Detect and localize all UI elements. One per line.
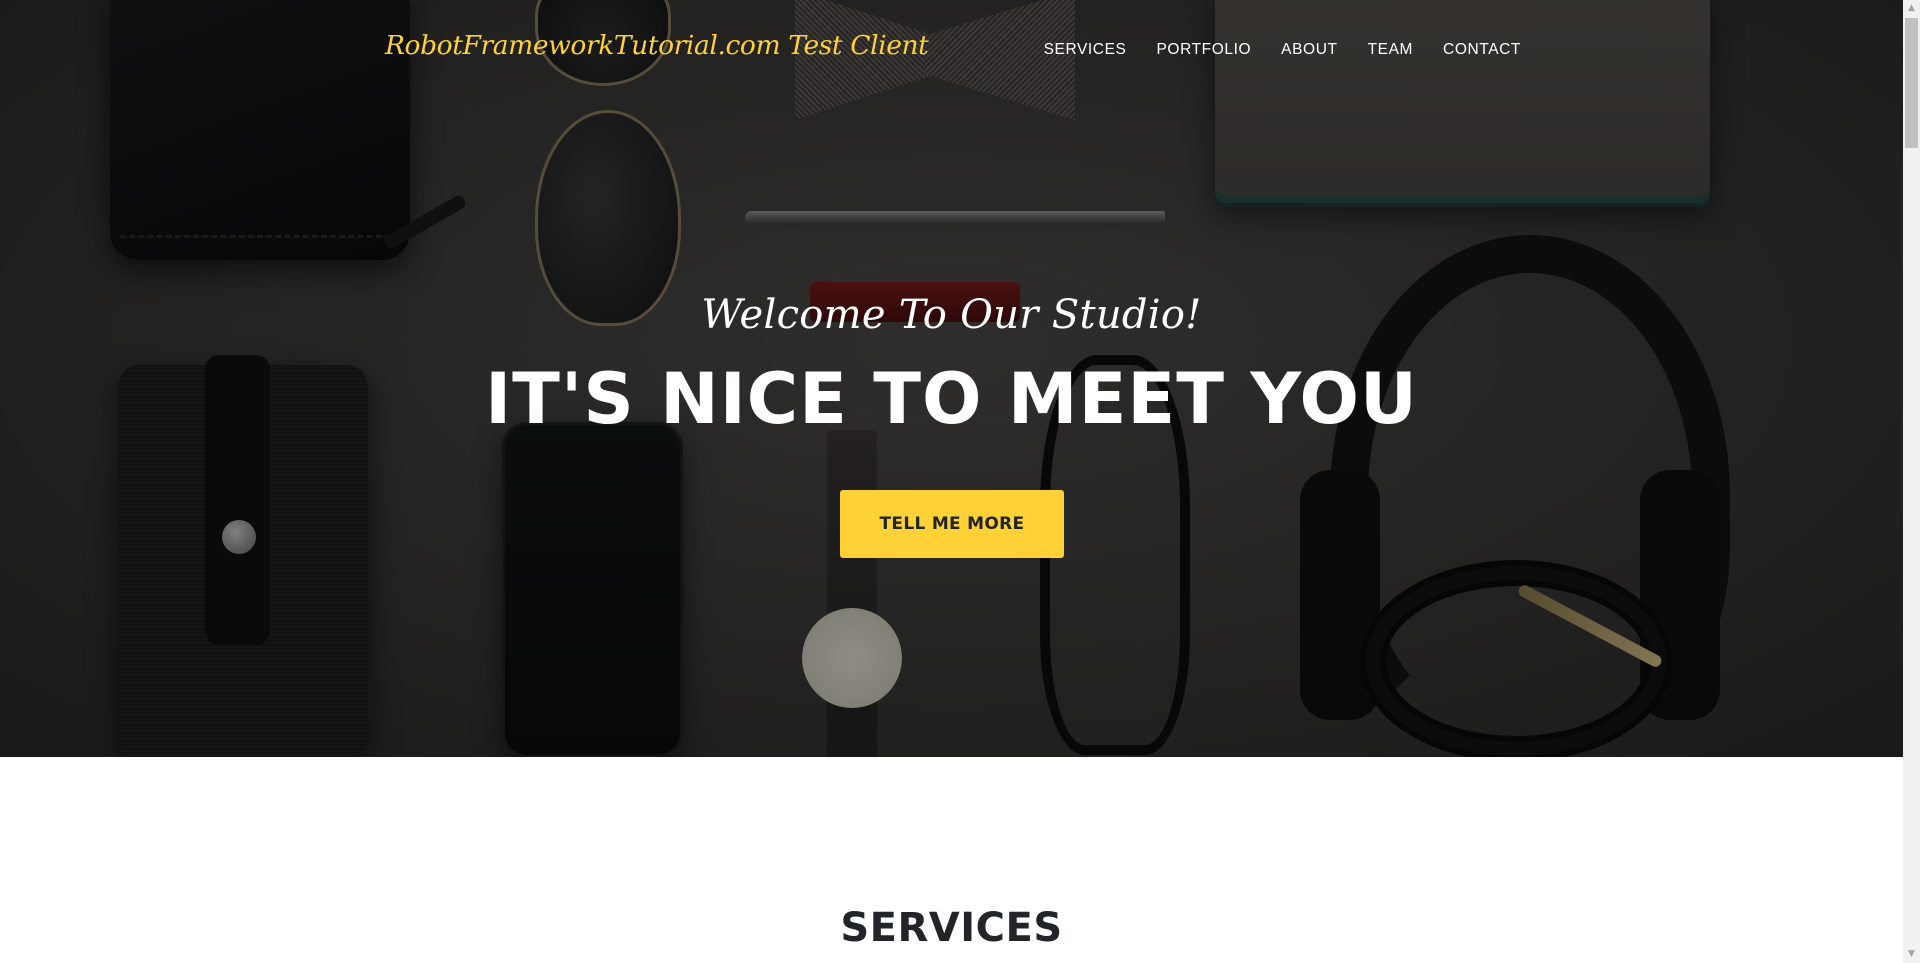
nav-link-about[interactable]: ABOUT xyxy=(1281,41,1337,58)
hero-subheading: Welcome To Our Studio! xyxy=(701,292,1202,338)
scroll-down-arrow-icon[interactable]: ▼ xyxy=(1903,946,1920,963)
nav-item-portfolio: PORTFOLIO xyxy=(1156,39,1251,59)
main-navbar: RobotFrameworkTutorial.com Test Client S… xyxy=(0,0,1903,100)
nav-menu: SERVICES PORTFOLIO ABOUT TEAM CONTACT xyxy=(1044,39,1521,59)
hero-heading: IT'S NICE TO MEET YOU xyxy=(485,358,1418,440)
scrollbar-thumb[interactable] xyxy=(1905,18,1918,148)
nav-item-services: SERVICES xyxy=(1044,39,1127,59)
page-viewport: Welcome To Our Studio! IT'S NICE TO MEET… xyxy=(0,0,1903,963)
tell-me-more-button[interactable]: TELL ME MORE xyxy=(840,490,1064,558)
nav-item-about: ABOUT xyxy=(1281,39,1337,59)
nav-link-services[interactable]: SERVICES xyxy=(1044,41,1127,58)
nav-link-contact[interactable]: CONTACT xyxy=(1443,41,1521,58)
nav-link-team[interactable]: TEAM xyxy=(1368,41,1413,58)
nav-item-contact: CONTACT xyxy=(1443,39,1521,59)
nav-link-portfolio[interactable]: PORTFOLIO xyxy=(1156,41,1251,58)
services-heading: SERVICES xyxy=(840,905,1063,951)
scroll-up-arrow-icon[interactable]: ▲ xyxy=(1903,0,1920,17)
nav-item-team: TEAM xyxy=(1368,39,1413,59)
navbar-brand[interactable]: RobotFrameworkTutorial.com Test Client xyxy=(385,30,929,61)
page-scrollbar[interactable]: ▲ ▼ xyxy=(1903,0,1920,963)
hero-section: Welcome To Our Studio! IT'S NICE TO MEET… xyxy=(0,0,1903,757)
